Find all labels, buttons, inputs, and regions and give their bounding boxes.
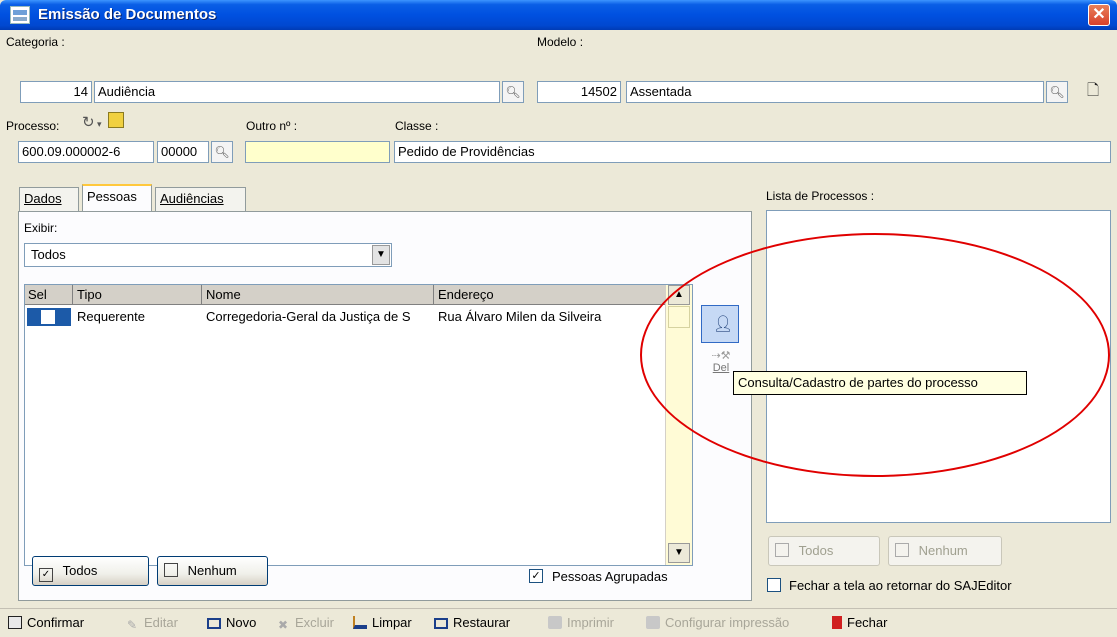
- lista-nenhum-button[interactable]: Nenhum: [888, 536, 1002, 566]
- save-icon: [8, 616, 22, 629]
- lista-processos-label: Lista de Processos :: [766, 189, 875, 203]
- cell-endereco: Rua Álvaro Milen da Silveira: [438, 309, 602, 324]
- app-icon: [10, 6, 30, 24]
- cell-tipo: Requerente: [77, 309, 145, 324]
- tab-audiencias[interactable]: Audiências: [155, 187, 246, 211]
- search-icon: 🔍︎: [1049, 85, 1065, 99]
- tab-dados[interactable]: Dados: [19, 187, 79, 211]
- grid-scrollbar[interactable]: ▲ ▼: [665, 285, 692, 565]
- fechar-button[interactable]: Fechar: [832, 615, 887, 631]
- cell-nome: Corregedoria-Geral da Justiça de S: [206, 309, 411, 324]
- person-document-icon: 👤︎: [713, 316, 734, 333]
- dropdown-arrow-icon[interactable]: ▾: [97, 119, 102, 130]
- scroll-up-icon[interactable]: ▲: [668, 285, 690, 305]
- title-bar: Emissão de Documentos ✕: [0, 0, 1117, 30]
- categoria-name-field[interactable]: Audiência: [94, 81, 500, 103]
- exibir-selected-value: Todos: [31, 247, 66, 262]
- lista-todos-button[interactable]: Todos: [768, 536, 880, 566]
- lista-processos-list[interactable]: [766, 210, 1111, 523]
- column-header-sel[interactable]: Sel: [25, 285, 73, 305]
- modelo-search-button[interactable]: 🔍︎: [1046, 81, 1068, 103]
- processo-numero-field[interactable]: 600.09.000002-6: [18, 141, 154, 163]
- print-icon: [548, 616, 562, 629]
- fechar-tela-label: Fechar a tela ao retornar do SAJEditor: [789, 578, 1012, 593]
- nenhum-button[interactable]: Nenhum: [157, 556, 268, 586]
- bottom-toolbar: Confirmar ✎ Editar Novo ✖ Excluir Limpar R…: [0, 608, 1117, 637]
- processo-sufixo-field[interactable]: 00000: [157, 141, 209, 163]
- restaurar-button[interactable]: Restaurar: [434, 615, 510, 631]
- consulta-partes-button[interactable]: 👤︎: [701, 305, 739, 343]
- broom-icon: [353, 616, 367, 629]
- processo-label: Processo:: [6, 119, 60, 133]
- restore-icon: [434, 618, 448, 629]
- main-window: Emissão de Documentos ✕ Categoria : 14 A…: [0, 0, 1117, 637]
- todos-button[interactable]: ✓ Todos: [32, 556, 149, 586]
- row-checkbox[interactable]: [41, 310, 55, 324]
- delete-icon: ✖: [277, 618, 289, 632]
- column-header-endereco[interactable]: Endereço: [434, 285, 665, 305]
- categoria-code-field[interactable]: 14: [20, 81, 92, 103]
- history-icon[interactable]: ↻: [82, 113, 95, 131]
- confirmar-button[interactable]: Confirmar: [8, 615, 84, 631]
- imprimir-button[interactable]: Imprimir: [548, 615, 614, 631]
- limpar-button[interactable]: Limpar: [353, 615, 412, 631]
- processo-search-button[interactable]: 🔍︎: [211, 141, 233, 163]
- row-selection-cell[interactable]: [27, 308, 71, 326]
- new-icon: [207, 618, 221, 629]
- uncheck-all-icon: [164, 563, 178, 577]
- tooltip: Consulta/Cadastro de partes do processo: [733, 371, 1027, 395]
- close-button[interactable]: ✕: [1088, 4, 1110, 26]
- document-preview-icon: 🗋: [1086, 82, 1100, 99]
- modelo-name-field[interactable]: Assentada: [626, 81, 1044, 103]
- configurar-impressao-button[interactable]: Configurar impressão: [646, 615, 789, 631]
- scroll-down-icon[interactable]: ▼: [668, 543, 690, 563]
- del-button[interactable]: ⇢⚒ Del: [706, 349, 736, 379]
- search-icon: 🔍︎: [214, 145, 230, 159]
- classe-label: Classe :: [395, 119, 439, 133]
- check-all-icon: [775, 543, 789, 557]
- outro-label: Outro nº :: [246, 119, 298, 133]
- folder-icon[interactable]: [108, 112, 124, 128]
- excluir-button[interactable]: ✖ Excluir: [276, 615, 334, 632]
- uncheck-all-icon: [895, 543, 909, 557]
- novo-button[interactable]: Novo: [207, 615, 256, 631]
- categoria-search-button[interactable]: 🔍︎: [502, 81, 524, 103]
- edit-icon: ✎: [126, 618, 138, 632]
- table-row[interactable]: Requerente Corregedoria-Geral da Justiça…: [25, 306, 665, 328]
- exibir-select[interactable]: Todos ▼: [24, 243, 392, 267]
- fechar-tela-checkbox[interactable]: [767, 578, 781, 592]
- tab-pessoas[interactable]: Pessoas: [82, 184, 152, 212]
- classe-field[interactable]: Pedido de Providências: [394, 141, 1111, 163]
- window-title: Emissão de Documentos: [38, 6, 217, 23]
- exit-icon: [832, 616, 842, 629]
- outro-numero-field[interactable]: [245, 141, 390, 163]
- print-settings-icon: [646, 616, 660, 629]
- del-label: Del: [712, 362, 730, 374]
- modelo-code-field[interactable]: 14502: [537, 81, 621, 103]
- column-header-nome[interactable]: Nome: [202, 285, 434, 305]
- check-all-icon: ✓: [39, 568, 53, 582]
- scroll-thumb[interactable]: [668, 306, 690, 328]
- search-icon: 🔍︎: [505, 85, 521, 99]
- chevron-down-icon[interactable]: ▼: [372, 245, 390, 265]
- pessoas-agrupadas-checkbox[interactable]: ✓: [529, 569, 543, 583]
- preview-document-button[interactable]: 🗋: [1082, 81, 1104, 103]
- pessoas-grid: Sel Tipo Nome Endereço Requerente Correg…: [24, 284, 693, 566]
- editar-button[interactable]: ✎ Editar: [125, 615, 178, 632]
- exibir-label: Exibir:: [24, 221, 58, 235]
- modelo-label: Modelo :: [537, 35, 584, 49]
- column-header-tipo[interactable]: Tipo: [73, 285, 202, 305]
- categoria-label: Categoria :: [6, 35, 65, 49]
- pessoas-agrupadas-label: Pessoas Agrupadas: [552, 569, 668, 584]
- move-arrow-icon: ⇢⚒: [711, 350, 731, 362]
